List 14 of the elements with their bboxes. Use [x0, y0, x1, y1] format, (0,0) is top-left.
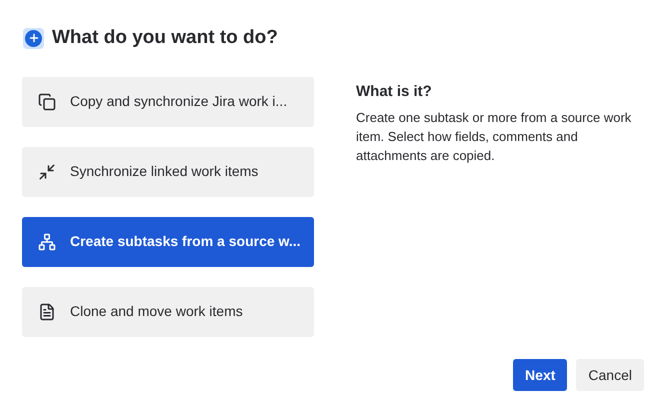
option-card[interactable]: Copy and synchronize Jira work i...: [22, 76, 314, 126]
plus-icon: [23, 28, 44, 49]
next-button[interactable]: Next: [513, 359, 568, 391]
option-card[interactable]: Create subtasks from a source w...: [22, 216, 314, 266]
inward-arrows-icon: [38, 162, 56, 180]
copy-icon: [38, 92, 56, 110]
document-icon: [38, 302, 56, 320]
hierarchy-icon: [38, 232, 56, 250]
dialog-title: What do you want to do?: [52, 26, 278, 50]
option-card[interactable]: Synchronize linked work items: [22, 146, 314, 196]
details-description: Create one subtask or more from a source work item. Select how fields, comments and attachments are copied.: [356, 109, 632, 165]
option-card[interactable]: Clone and move work items: [22, 286, 314, 336]
cancel-button[interactable]: Cancel: [576, 359, 644, 391]
details-title: What is it?: [356, 82, 433, 102]
